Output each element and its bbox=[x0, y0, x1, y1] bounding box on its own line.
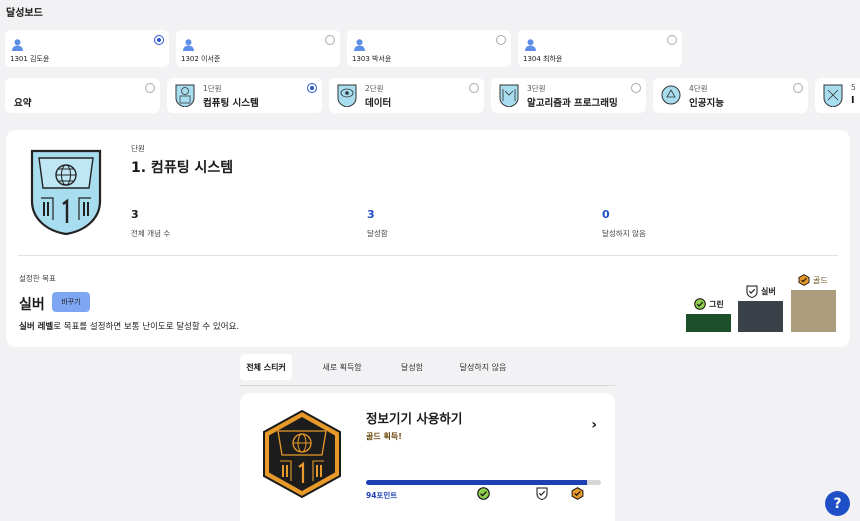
unit-card-4[interactable]: 4단원 인공지능 bbox=[653, 78, 808, 113]
student-card[interactable]: 1304 최하윤 bbox=[518, 30, 682, 67]
sticker-card[interactable]: 정보기기 사용하기 골드 획득! › 94포인트 bbox=[240, 393, 615, 521]
sticker-title: 정보기기 사용하기 bbox=[366, 411, 463, 426]
gold-badge-icon bbox=[798, 274, 810, 286]
unit-card-5[interactable]: 5 I bbox=[815, 78, 860, 113]
goal-desc-level: 실버 레벨 bbox=[19, 322, 54, 332]
stat-label: 전체 개념 수 bbox=[131, 229, 171, 238]
tab-achieved[interactable]: 달성함 bbox=[390, 354, 434, 380]
data-badge-icon bbox=[337, 84, 357, 107]
silver-shield-icon bbox=[746, 285, 758, 298]
green-check-icon bbox=[694, 298, 706, 310]
unit-title: 알고리즘과 프로그래밍 bbox=[527, 98, 618, 109]
goal-desc-text: 로 목표를 설정하면 보통 난이도로 달성할 수 있어요. bbox=[53, 322, 240, 332]
tier-name: 골드 bbox=[813, 275, 828, 285]
algorithm-badge-icon bbox=[499, 84, 519, 107]
unit-number: 5 bbox=[851, 83, 856, 92]
stat-value: 3 bbox=[131, 208, 139, 221]
unit-title: 인공지능 bbox=[689, 98, 724, 109]
tab-newly-acquired[interactable]: 새로 획득함 bbox=[316, 354, 368, 380]
stat-not-achieved: 0 달성하지 않음 bbox=[602, 208, 646, 239]
change-goal-button[interactable]: 바꾸기 bbox=[52, 292, 90, 312]
student-card[interactable]: 1302 이서준 bbox=[176, 30, 340, 67]
student-name: 1301 김도윤 bbox=[10, 55, 50, 63]
silver-shield-icon bbox=[536, 487, 548, 500]
student-radio[interactable] bbox=[154, 35, 164, 45]
unit-title: 컴퓨팅 시스템 bbox=[203, 98, 259, 109]
tier-name: 실버 bbox=[761, 287, 776, 296]
student-list: 1301 김도윤 1302 이서준 1303 박서윤 1304 최하윤 bbox=[5, 30, 682, 67]
help-button[interactable]: ? bbox=[825, 491, 850, 516]
student-radio[interactable] bbox=[325, 35, 335, 45]
student-name: 1304 최하윤 bbox=[523, 55, 563, 63]
person-icon bbox=[354, 36, 365, 55]
tab-all-stickers[interactable]: 전체 스티커 bbox=[240, 354, 292, 380]
unit-title: 요약 bbox=[14, 98, 32, 109]
stat-value: 0 bbox=[602, 208, 610, 221]
goal-label: 설정한 목표 bbox=[19, 274, 56, 283]
person-icon bbox=[183, 36, 194, 55]
unit-list: 요약 1단원 컴퓨팅 시스템 2단원 데이터 3단원 알고리즘과 프로그래밍 4… bbox=[5, 78, 860, 113]
tier-label-gold: 골드 bbox=[798, 274, 828, 286]
unit-number: 4단원 bbox=[689, 84, 708, 93]
points-progress-bar bbox=[366, 480, 601, 485]
unit-card-2[interactable]: 2단원 데이터 bbox=[329, 78, 484, 113]
page-title: 달성보드 bbox=[6, 8, 43, 19]
student-name: 1302 이서준 bbox=[181, 55, 221, 63]
goal-value: 실버 bbox=[19, 297, 45, 313]
person-icon bbox=[12, 36, 23, 55]
unit-radio[interactable] bbox=[631, 83, 641, 93]
computing-system-badge-icon bbox=[30, 149, 102, 236]
unit-detail-panel: 단원 1. 컴퓨팅 시스템 3 전체 개념 수 3 달성함 0 달성하지 않음 … bbox=[6, 130, 850, 347]
unit-title: 데이터 bbox=[365, 98, 392, 109]
unit-radio[interactable] bbox=[307, 83, 317, 93]
gold-badge-icon bbox=[571, 487, 584, 500]
points-value: 94포인트 bbox=[366, 491, 398, 500]
stat-label: 달성함 bbox=[367, 229, 388, 238]
ai-badge-icon bbox=[661, 85, 681, 105]
student-radio[interactable] bbox=[496, 35, 506, 45]
stat-value: 3 bbox=[367, 208, 375, 221]
unit-number: 1단원 bbox=[203, 84, 222, 93]
green-check-icon bbox=[477, 487, 490, 500]
unit-radio[interactable] bbox=[469, 83, 479, 93]
tier-name: 그린 bbox=[709, 299, 724, 309]
tier-label-green: 그린 bbox=[694, 298, 724, 310]
unit-label: 단원 bbox=[131, 144, 145, 153]
unit-radio[interactable] bbox=[145, 83, 155, 93]
tier-label-silver: 실버 bbox=[746, 285, 776, 298]
tier-bar-gold bbox=[791, 290, 836, 332]
progress-fill bbox=[366, 480, 587, 485]
tier-bar-silver bbox=[738, 301, 783, 332]
goal-description: 실버 레벨로 목표를 설정하면 보통 난이도로 달성할 수 있어요. bbox=[19, 320, 239, 332]
unit-number: 3단원 bbox=[527, 84, 546, 93]
computing-system-badge-icon bbox=[175, 84, 195, 107]
divider bbox=[18, 255, 838, 256]
student-name: 1303 박서윤 bbox=[352, 55, 392, 63]
unit-card-1[interactable]: 1단원 컴퓨팅 시스템 bbox=[167, 78, 322, 113]
tier-bar-green bbox=[686, 314, 731, 332]
stat-label: 달성하지 않음 bbox=[602, 229, 646, 238]
stat-total: 3 전체 개념 수 bbox=[131, 208, 170, 239]
unit-title: I bbox=[851, 95, 855, 106]
unit-detail-title: 1. 컴퓨팅 시스템 bbox=[131, 160, 234, 176]
gold-hexagon-badge-icon bbox=[263, 409, 341, 499]
person-icon bbox=[525, 36, 536, 55]
chevron-right-icon[interactable]: › bbox=[591, 417, 597, 433]
unit-card-summary[interactable]: 요약 bbox=[5, 78, 160, 113]
sticker-status: 골드 획득! bbox=[366, 432, 402, 441]
unit5-badge-icon bbox=[823, 84, 843, 107]
tab-not-achieved[interactable]: 달성하지 않음 bbox=[454, 354, 512, 380]
student-radio[interactable] bbox=[667, 35, 677, 45]
unit-number: 2단원 bbox=[365, 84, 384, 93]
student-card[interactable]: 1303 박서윤 bbox=[347, 30, 511, 67]
unit-radio[interactable] bbox=[793, 83, 803, 93]
stat-achieved: 3 달성함 bbox=[367, 208, 388, 239]
student-card[interactable]: 1301 김도윤 bbox=[5, 30, 169, 67]
unit-card-3[interactable]: 3단원 알고리즘과 프로그래밍 bbox=[491, 78, 646, 113]
sticker-tabs: 전체 스티커 새로 획득함 달성함 달성하지 않음 bbox=[240, 354, 615, 386]
